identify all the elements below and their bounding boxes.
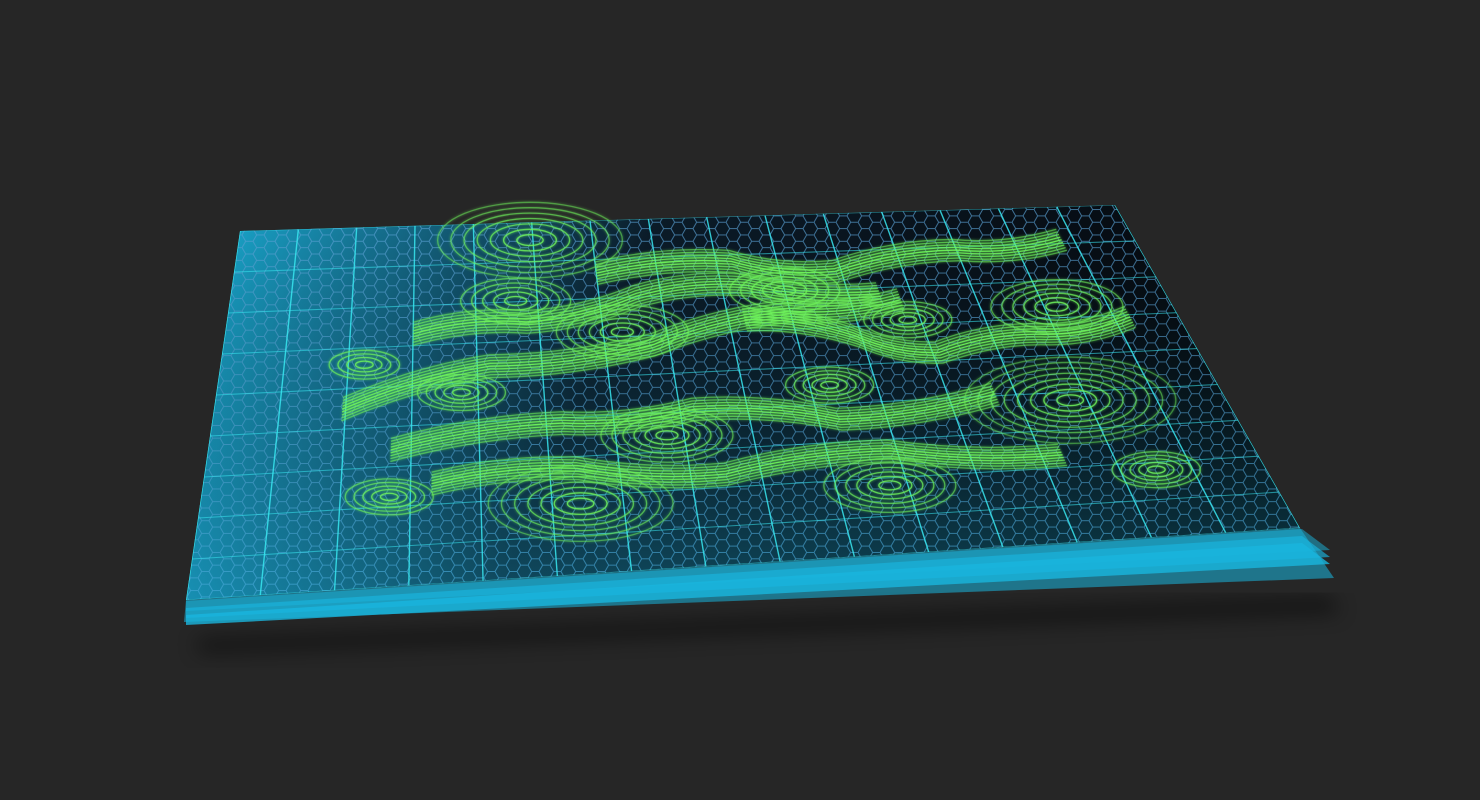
- hex-grid-scene: [184, 201, 1340, 652]
